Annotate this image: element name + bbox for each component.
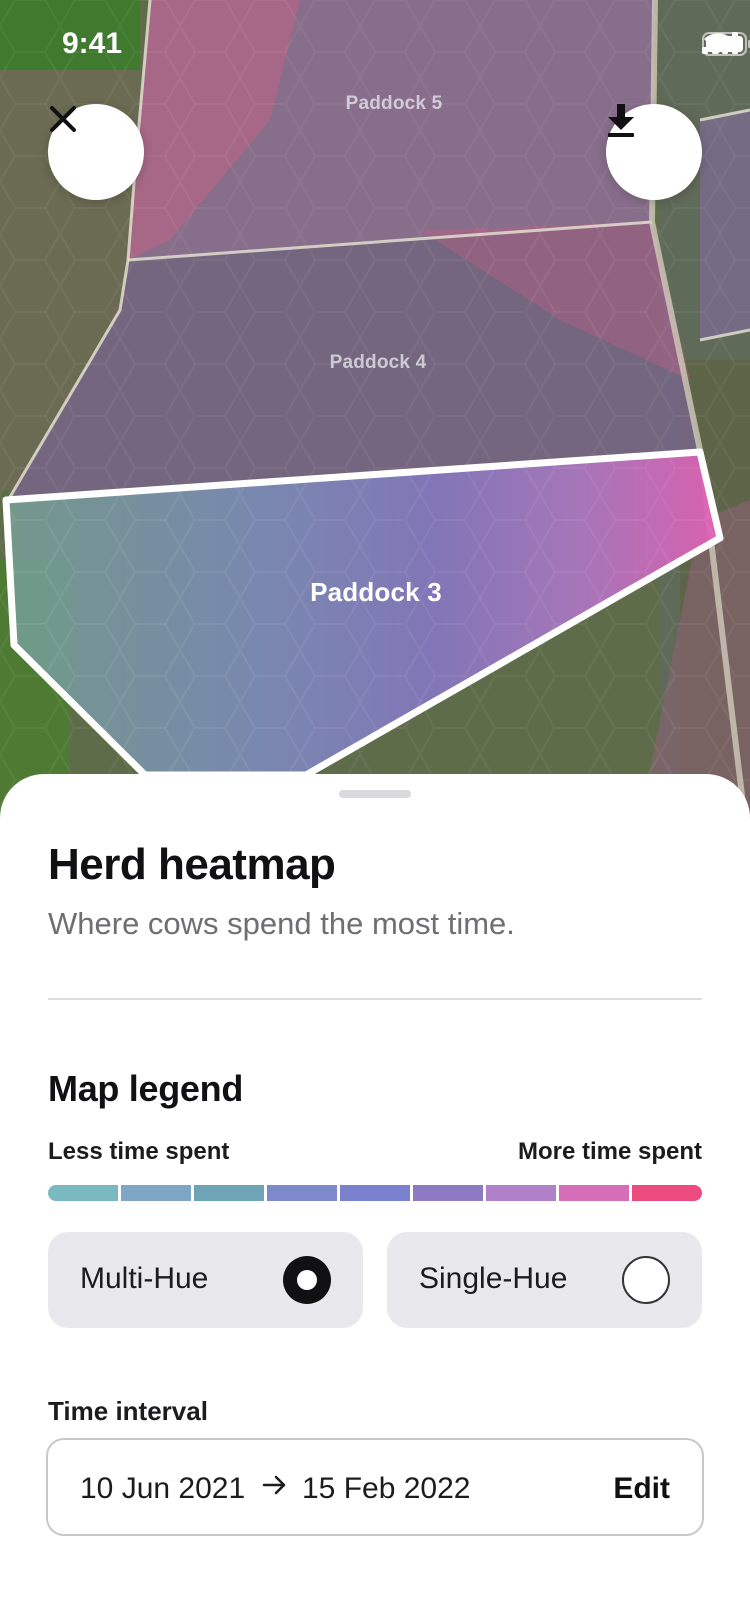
single-hue-option[interactable]: Single-Hue — [387, 1232, 702, 1328]
legend-segment-6 — [413, 1185, 483, 1201]
multi-hue-option[interactable]: Multi-Hue — [48, 1232, 363, 1328]
legend-segment-8 — [559, 1185, 629, 1201]
legend-segment-7 — [486, 1185, 556, 1201]
sheet-title: Herd heatmap — [48, 840, 336, 889]
single-hue-radio[interactable] — [622, 1256, 670, 1304]
sheet-subtitle: Where cows spend the most time. — [48, 906, 515, 941]
legend-segment-1 — [48, 1185, 118, 1201]
status-bar: 9:41 — [0, 0, 750, 90]
paddock-label-5[interactable]: Paddock 5 — [346, 93, 443, 115]
legend-segment-4 — [267, 1185, 337, 1201]
heatmap-map[interactable]: Paddock 5 Paddock 4 Paddock 3 9:41 — [0, 0, 750, 820]
legend-segment-3 — [194, 1185, 264, 1201]
status-time: 9:41 — [62, 27, 123, 60]
multi-hue-radio[interactable] — [283, 1256, 331, 1304]
legend-segment-2 — [121, 1185, 191, 1201]
download-icon — [608, 104, 634, 137]
legend-segment-5 — [340, 1185, 410, 1201]
close-icon — [50, 106, 76, 132]
close-button[interactable] — [48, 104, 144, 200]
download-button[interactable] — [606, 104, 702, 200]
time-interval-field[interactable]: 10 Jun 2021 15 Feb 2022 Edit — [46, 1438, 704, 1536]
legend-more-label: More time spent — [517, 1138, 702, 1165]
arrow-right-icon — [262, 1474, 288, 1501]
time-interval-end: 15 Feb 2022 — [302, 1472, 471, 1505]
single-hue-label: Single-Hue — [419, 1262, 568, 1295]
divider — [48, 998, 702, 1000]
multi-hue-label: Multi-Hue — [80, 1262, 209, 1295]
paddock-label-4[interactable]: Paddock 4 — [330, 352, 427, 374]
legend-segment-9 — [632, 1185, 702, 1201]
sheet-grabber[interactable] — [339, 790, 411, 798]
time-interval-start: 10 Jun 2021 — [80, 1472, 246, 1505]
paddock-label-3[interactable]: Paddock 3 — [310, 577, 442, 608]
time-interval-label: Time interval — [48, 1396, 208, 1426]
legend-title: Map legend — [48, 1068, 244, 1109]
legend-color-scale — [48, 1185, 702, 1201]
edit-button[interactable]: Edit — [613, 1472, 670, 1506]
bottom-sheet: Herd heatmap Where cows spend the most t… — [0, 774, 750, 1624]
legend-less-label: Less time spent — [48, 1138, 230, 1165]
